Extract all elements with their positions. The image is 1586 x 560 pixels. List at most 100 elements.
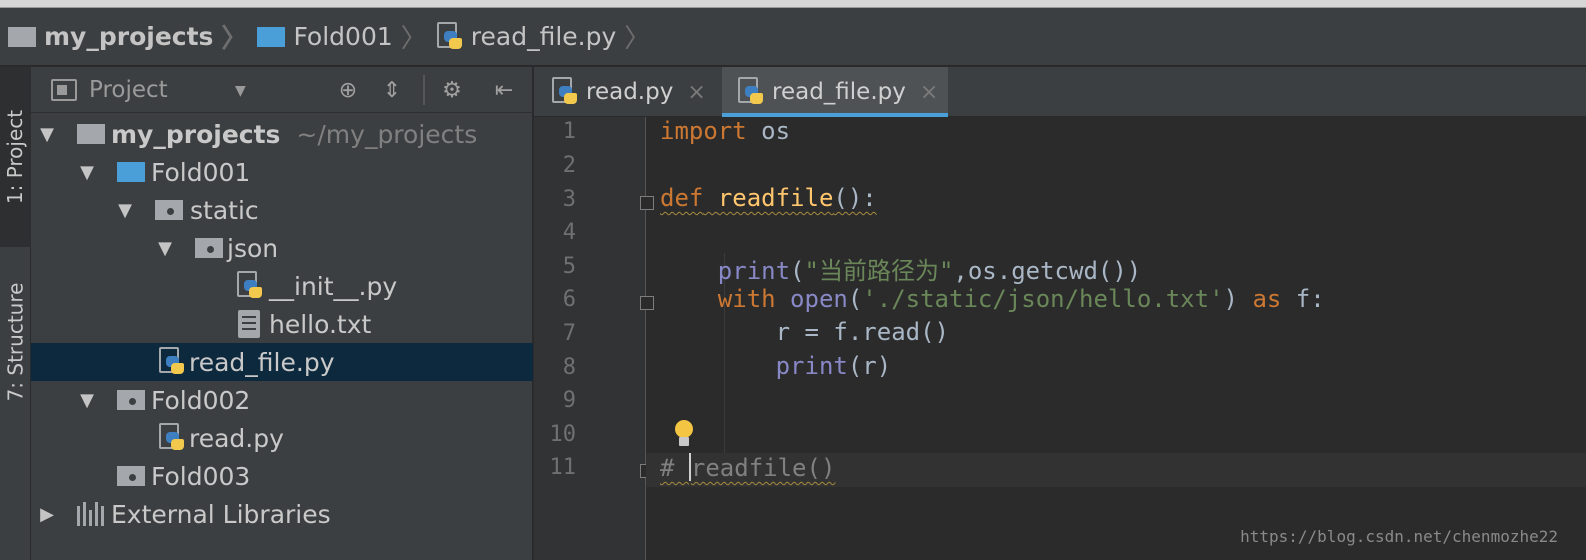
resource-folder-icon bbox=[195, 238, 223, 258]
watermark-text: https://blog.csdn.net/chenmozhe22 bbox=[1240, 527, 1558, 546]
tree-row-hello-txt[interactable]: hello.txt bbox=[31, 305, 533, 343]
tree-label: Fold001 bbox=[151, 157, 251, 187]
code-line-6: with open('./static/json/hello.txt') as … bbox=[717, 285, 1325, 313]
tree-label: __init__.py bbox=[269, 271, 398, 301]
code-line-1: import os bbox=[660, 117, 791, 145]
line-number: 8 bbox=[562, 355, 576, 380]
code-line-8: print(r) bbox=[775, 352, 892, 380]
tree-label: my_projects bbox=[111, 119, 281, 149]
breadcrumb-separator-icon: 〉 bbox=[624, 24, 651, 54]
tree-label: json bbox=[227, 233, 279, 263]
project-view-icon bbox=[51, 79, 77, 101]
tree-path-hint: ~/my_projects bbox=[296, 119, 478, 149]
tool-window-strip: 1: Project 7: Structure bbox=[0, 67, 31, 560]
tool-tab-label: 7: Structure bbox=[3, 282, 28, 402]
tree-row-read-file-py[interactable]: read_file.py bbox=[31, 343, 533, 381]
tree-label: Fold003 bbox=[151, 461, 251, 491]
line-number: 10 bbox=[549, 422, 577, 447]
breadcrumb-separator-icon: 〉 bbox=[221, 24, 248, 54]
line-number: 1 bbox=[562, 119, 576, 144]
tree-row-read-py[interactable]: read.py bbox=[31, 419, 533, 457]
line-number: 2 bbox=[562, 153, 576, 178]
code-line-11: # readfile() bbox=[660, 453, 836, 482]
fold-marker-icon[interactable] bbox=[640, 296, 654, 310]
folder-icon bbox=[8, 26, 36, 47]
code-line-7: r = f.read() bbox=[660, 318, 949, 346]
python-file-icon bbox=[237, 271, 263, 301]
tree-row-text: my_projects ~/my_projects bbox=[111, 120, 477, 149]
window-top-strip bbox=[0, 0, 1586, 8]
tab-label: read_file.py bbox=[772, 79, 906, 105]
tab-label: read.py bbox=[586, 79, 674, 105]
editor-tab-read-py[interactable]: read.py × bbox=[552, 67, 720, 117]
line-number: 6 bbox=[562, 287, 576, 312]
breadcrumb-label: my_projects bbox=[44, 22, 214, 51]
editor-tab-read-file-py[interactable]: read_file.py × bbox=[722, 67, 948, 117]
expanded-arrow-icon[interactable]: ▼ bbox=[77, 390, 97, 411]
code-line-5: print("当前路径为",os.getcwd()) bbox=[717, 257, 1142, 285]
fold-marker-icon[interactable] bbox=[640, 196, 654, 210]
expanded-arrow-icon[interactable]: ▼ bbox=[77, 162, 97, 183]
editor-tab-bar: read.py × read_file.py × bbox=[534, 67, 1586, 117]
python-file-icon bbox=[738, 77, 764, 107]
collapse-all-icon[interactable]: ⇕ bbox=[377, 75, 407, 105]
resource-folder-icon bbox=[155, 200, 183, 220]
close-icon[interactable]: × bbox=[920, 80, 938, 105]
expanded-arrow-icon[interactable]: ▼ bbox=[37, 124, 57, 145]
line-number: 7 bbox=[562, 321, 576, 346]
tree-label: read.py bbox=[189, 423, 284, 453]
tree-row-external-libraries[interactable]: ▶ External Libraries bbox=[31, 495, 533, 533]
lightbulb-icon[interactable] bbox=[674, 420, 694, 452]
tree-row-static[interactable]: ▼ static bbox=[31, 191, 533, 229]
folder-icon bbox=[77, 124, 105, 144]
python-file-icon bbox=[159, 423, 185, 453]
project-panel-title[interactable]: Project bbox=[89, 77, 168, 103]
tree-label: read_file.py bbox=[189, 347, 335, 377]
expanded-arrow-icon[interactable]: ▼ bbox=[115, 200, 135, 221]
tree-row-fold003[interactable]: Fold003 bbox=[31, 457, 533, 495]
header-divider bbox=[423, 75, 425, 105]
tree-row-fold001[interactable]: ▼ Fold001 bbox=[31, 153, 533, 191]
expanded-arrow-icon[interactable]: ▼ bbox=[155, 238, 175, 259]
folder-blue-icon bbox=[117, 162, 145, 182]
tree-row-fold002[interactable]: ▼ Fold002 bbox=[31, 381, 533, 419]
project-panel: Project ▼ ⊕ ⇕ ⚙ ⇤ ▼ my_projects ~/my_proj… bbox=[31, 67, 533, 560]
libraries-icon bbox=[77, 502, 104, 526]
tree-label: Fold002 bbox=[151, 385, 251, 415]
gear-icon[interactable]: ⚙ bbox=[437, 75, 467, 105]
line-number: 3 bbox=[562, 187, 576, 212]
breadcrumb-item-fold001[interactable]: Fold001 〉 bbox=[257, 8, 436, 65]
folder-blue-icon bbox=[257, 26, 286, 47]
close-icon[interactable]: × bbox=[687, 80, 705, 105]
code-editor[interactable]: 1 2 3 4 5 6 7 8 9 10 11 import os def re… bbox=[534, 117, 1586, 560]
line-number: 9 bbox=[562, 388, 576, 413]
line-number: 11 bbox=[549, 455, 577, 480]
tool-tab-structure[interactable]: 7: Structure bbox=[0, 257, 31, 427]
breadcrumb-label: read_file.py bbox=[470, 22, 617, 51]
tree-row-my-projects[interactable]: ▼ my_projects ~/my_projects bbox=[31, 115, 533, 153]
text-file-icon bbox=[238, 310, 260, 338]
project-panel-header: Project ▼ ⊕ ⇕ ⚙ ⇤ bbox=[31, 67, 533, 113]
resource-folder-icon bbox=[117, 466, 145, 486]
breadcrumb: my_projects 〉 Fold001 〉 read_file.py 〉 bbox=[0, 8, 1586, 66]
python-file-icon bbox=[552, 77, 578, 107]
collapsed-arrow-icon[interactable]: ▶ bbox=[37, 504, 57, 525]
tree-row-json[interactable]: ▼ json bbox=[31, 229, 533, 267]
resource-folder-icon bbox=[117, 390, 145, 410]
line-number: 4 bbox=[562, 220, 576, 245]
code-line-3: def readfile(): bbox=[660, 184, 877, 212]
breadcrumb-label: Fold001 bbox=[293, 22, 393, 51]
breadcrumb-item-my-projects[interactable]: my_projects 〉 bbox=[8, 8, 257, 65]
line-number-gutter: 1 2 3 4 5 6 7 8 9 10 11 bbox=[534, 117, 646, 560]
tool-tab-project[interactable]: 1: Project bbox=[0, 67, 31, 247]
tool-tab-label: 1: Project bbox=[3, 109, 28, 205]
tree-label: External Libraries bbox=[111, 499, 331, 529]
breadcrumb-item-read-file[interactable]: read_file.py 〉 bbox=[436, 8, 661, 65]
hide-panel-icon[interactable]: ⇤ bbox=[489, 75, 519, 105]
line-number: 5 bbox=[562, 254, 576, 279]
python-file-icon bbox=[159, 347, 185, 377]
triangle-down-icon[interactable]: ▼ bbox=[235, 83, 246, 99]
locate-icon[interactable]: ⊕ bbox=[333, 75, 363, 105]
tree-label: static bbox=[190, 195, 259, 225]
tree-row-init-py[interactable]: __init__.py bbox=[31, 267, 533, 305]
